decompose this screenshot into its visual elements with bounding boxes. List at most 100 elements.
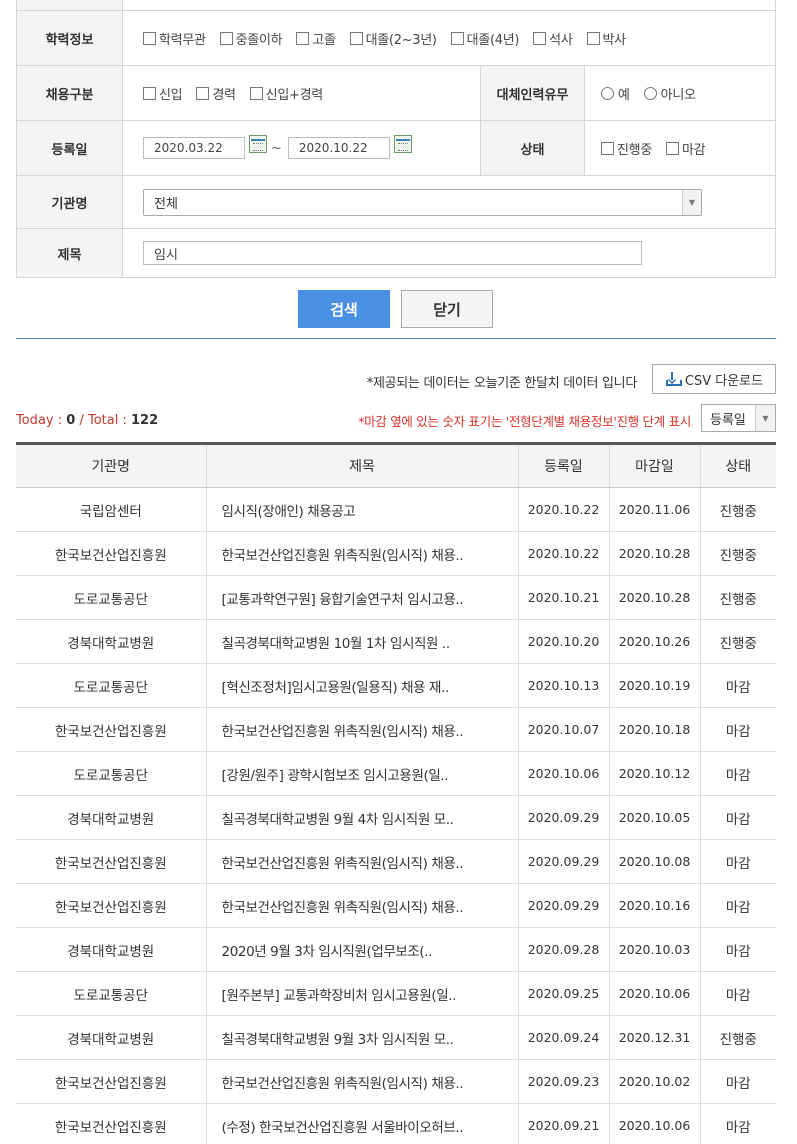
form-row-employment: 채용구분 신입 경력 신입+경력 대체인력유무 예 아니오 — [17, 66, 775, 121]
cell-title[interactable]: 칠곡경북대학교병원 9월 4차 임시직원 모.. — [205, 795, 518, 840]
today-count: 0 — [66, 413, 76, 428]
checkbox[interactable] — [219, 31, 233, 45]
cell-title[interactable]: [혁신조정처]임시고용원(일용직) 채용 재.. — [205, 663, 518, 708]
cell-reg-date: 2020.10.22 — [517, 531, 609, 576]
cell-org: 도로교통공단 — [16, 971, 206, 1016]
table-row[interactable]: 도로교통공단 [원주본부] 교통과학장비처 임시고용원(일.. 2020.09.25… — [16, 971, 776, 1016]
checkbox[interactable] — [143, 86, 156, 100]
table-row[interactable]: 한국보건산업진흥원 한국보건산업진흥원 위촉직원(임시직) 채용.. 2020.09… — [16, 883, 776, 928]
checkbox[interactable] — [349, 31, 363, 45]
csv-download-label: CSV 다운로드 — [684, 373, 764, 389]
checkbox[interactable] — [450, 31, 464, 45]
subject-input[interactable]: 임시 — [143, 241, 642, 265]
table-row[interactable]: 한국보건산업진흥원 한국보건산업진흥원 위촉직원(임시직) 채용.. 2020.09… — [16, 839, 776, 884]
table-row[interactable]: 한국보건산업진흥원 한국보건산업진흥원 위촉직원(임시직) 채용.. 2020.10… — [16, 531, 776, 576]
chevron-down-icon[interactable]: ▼ — [755, 405, 775, 431]
education-option-doctor[interactable]: 박사 — [586, 29, 626, 48]
employment-option-both[interactable]: 신입+경력 — [249, 84, 323, 103]
cell-org: 도로교통공단 — [16, 575, 206, 620]
sort-select[interactable]: 등록일 ▼ — [701, 404, 776, 432]
table-row[interactable]: 경북대학교병원 칠곡경북대학교병원 9월 4차 임시직원 모.. 2020.09.2… — [16, 795, 776, 840]
status-option-ongoing[interactable]: 진행중 — [601, 139, 652, 158]
table-row[interactable]: 국립암센터 임시직(장애인) 채용공고 2020.10.22 2020.11.06 진행… — [16, 487, 776, 532]
chevron-down-icon[interactable]: ▼ — [682, 189, 701, 215]
cell-title[interactable]: [원주본부] 교통과학장비처 임시고용원(일.. — [205, 971, 518, 1016]
cell-status: 마감 — [699, 883, 776, 928]
date-separator: ~ — [271, 140, 282, 156]
cell-title[interactable]: 임시직(장애인) 채용공고 — [205, 487, 518, 532]
status-label: 상태 — [481, 121, 585, 175]
cell-title[interactable]: 한국보건산업진흥원 위촉직원(임시직) 채용.. — [205, 883, 518, 928]
cell-title[interactable]: 칠곡경북대학교병원 10월 1차 임시직원 .. — [205, 619, 518, 664]
cell-due-date: 2020.10.03 — [608, 927, 700, 972]
cell-title[interactable]: 칠곡경북대학교병원 9월 3차 임시직원 모.. — [205, 1015, 518, 1060]
employment-options: 신입 경력 신입+경력 — [123, 66, 481, 120]
cell-due-date: 2020.10.16 — [608, 883, 700, 928]
employment-option-experienced[interactable]: 경력 — [196, 84, 236, 103]
table-row[interactable]: 도로교통공단 [강원/원주] 광학시험보조 임시고용원(일.. 2020.10.06… — [16, 751, 776, 796]
table-row[interactable]: 경북대학교병원 칠곡경북대학교병원 9월 3차 임시직원 모.. 2020.09.2… — [16, 1015, 776, 1060]
cell-status: 마감 — [699, 1059, 776, 1104]
checkbox[interactable] — [601, 141, 614, 155]
education-option-master[interactable]: 석사 — [533, 29, 573, 48]
cell-title[interactable]: 한국보건산업진흥원 위촉직원(임시직) 채용.. — [205, 531, 518, 576]
cell-title[interactable]: 한국보건산업진흥원 위촉직원(임시직) 채용.. — [205, 707, 518, 752]
form-row-top — [17, 0, 775, 11]
cell-title[interactable]: 한국보건산업진흥원 위촉직원(임시직) 채용.. — [205, 839, 518, 884]
date-from-input[interactable]: 2020.03.22 — [143, 137, 245, 159]
table-row[interactable]: 경북대학교병원 2020년 9월 3차 임시직원(업무보조(.. 2020.09.2… — [16, 927, 776, 972]
cell-reg-date: 2020.09.23 — [517, 1059, 609, 1104]
cell-due-date: 2020.11.06 — [608, 487, 700, 532]
org-select[interactable]: 전체 ▼ — [143, 188, 702, 216]
checkbox[interactable] — [249, 86, 263, 100]
substitute-option-no[interactable]: 아니오 — [643, 84, 696, 103]
radio-button[interactable] — [601, 86, 614, 100]
cell-title[interactable]: (수정) 한국보건산업진흥원 서울바이오허브.. — [205, 1103, 518, 1144]
date-to-input[interactable]: 2020.10.22 — [287, 137, 390, 159]
employment-option-new[interactable]: 신입 — [143, 84, 183, 103]
table-row[interactable]: 경북대학교병원 칠곡경북대학교병원 10월 1차 임시직원 .. 2020.10.2… — [16, 619, 776, 664]
checkbox[interactable] — [196, 86, 210, 100]
cell-org: 도로교통공단 — [16, 663, 206, 708]
cell-title[interactable]: [교통과학연구원] 융합기술연구처 임시고용.. — [205, 575, 518, 620]
cell-reg-date: 2020.09.21 — [517, 1103, 609, 1144]
header-due-date: 마감일 — [608, 443, 700, 488]
radio-button[interactable] — [643, 86, 657, 100]
form-row-org: 기관명 전체 ▼ — [17, 176, 775, 229]
calendar-icon[interactable] — [249, 135, 267, 153]
cell-title[interactable]: 한국보건산업진흥원 위촉직원(임시직) 채용.. — [205, 1059, 518, 1104]
calendar-icon[interactable] — [393, 135, 412, 153]
checkbox[interactable] — [665, 141, 679, 155]
checkbox[interactable] — [586, 31, 600, 45]
cell-title[interactable]: [강원/원주] 광학시험보조 임시고용원(일.. — [205, 751, 518, 796]
cell-reg-date: 2020.10.21 — [517, 575, 609, 620]
download-icon — [665, 372, 682, 386]
status-option-closed[interactable]: 마감 — [665, 139, 706, 158]
checkbox[interactable] — [296, 31, 310, 45]
education-option-none[interactable]: 학력무관 — [143, 29, 206, 48]
header-reg-date: 등록일 — [517, 443, 609, 488]
close-button[interactable]: 닫기 — [401, 290, 493, 328]
cell-due-date: 2020.10.08 — [608, 839, 700, 884]
table-row[interactable]: 도로교통공단 [혁신조정처]임시고용원(일용직) 채용 재.. 2020.10.13… — [16, 663, 776, 708]
csv-download-button[interactable]: CSV 다운로드 — [652, 364, 776, 394]
substitute-option-yes[interactable]: 예 — [601, 84, 630, 103]
table-row[interactable]: 한국보건산업진흥원 한국보건산업진흥원 위촉직원(임시직) 채용.. 2020.09… — [16, 1059, 776, 1104]
header-status: 상태 — [699, 443, 776, 488]
cell-org: 경북대학교병원 — [16, 927, 206, 972]
search-form: 학력정보 학력무관 중졸이하 고졸 대졸(2~3년) 대졸(4년) 석사 박사 … — [16, 0, 776, 278]
cell-due-date: 2020.10.28 — [608, 531, 700, 576]
table-row[interactable]: 한국보건산업진흥원 한국보건산업진흥원 위촉직원(임시직) 채용.. 2020.10… — [16, 707, 776, 752]
table-row[interactable]: 한국보건산업진흥원 (수정) 한국보건산업진흥원 서울바이오허브.. 2020.09… — [16, 1103, 776, 1144]
cell-title[interactable]: 2020년 9월 3차 임시직원(업무보조(.. — [205, 927, 518, 972]
education-option-high[interactable]: 고졸 — [296, 29, 336, 48]
education-option-college[interactable]: 대졸(2~3년) — [349, 29, 437, 48]
table-row[interactable]: 도로교통공단 [교통과학연구원] 융합기술연구처 임시고용.. 2020.10.21… — [16, 575, 776, 620]
total-count: 122 — [131, 413, 159, 428]
checkbox[interactable] — [533, 31, 547, 45]
search-button[interactable]: 검색 — [298, 290, 390, 328]
checkbox[interactable] — [143, 31, 156, 45]
education-option-university[interactable]: 대졸(4년) — [450, 29, 519, 48]
education-option-middle[interactable]: 중졸이하 — [219, 29, 283, 48]
cell-org: 경북대학교병원 — [16, 795, 206, 840]
